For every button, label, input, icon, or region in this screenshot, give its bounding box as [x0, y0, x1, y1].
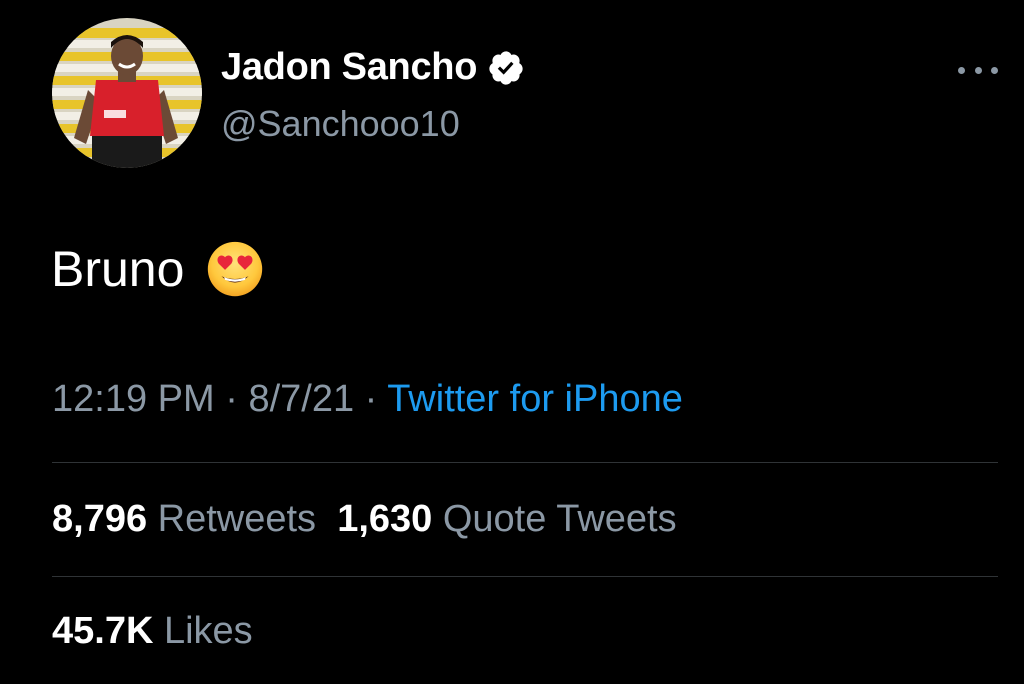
- quote-tweets-link[interactable]: 1,630 Quote Tweets: [337, 498, 676, 540]
- author-name[interactable]: Jadon Sancho: [221, 46, 525, 89]
- divider: [52, 462, 998, 463]
- meta-separator: ·: [214, 378, 249, 420]
- divider: [52, 576, 998, 577]
- author-handle[interactable]: @Sanchooo10: [221, 103, 460, 145]
- retweets-link[interactable]: 8,796 Retweets: [52, 498, 316, 540]
- tweet-detail: Jadon Sancho @Sanchooo10 Bruno 12:19 PM …: [0, 0, 1024, 684]
- quotes-label: Quote Tweets: [442, 498, 677, 540]
- verified-badge-icon: [489, 50, 523, 85]
- likes-count: 45.7K: [52, 610, 154, 652]
- retweets-label: Retweets: [157, 498, 317, 540]
- retweets-count: 8,796: [52, 498, 148, 540]
- quotes-count: 1,630: [337, 498, 433, 540]
- likes-link[interactable]: 45.7K Likes: [52, 610, 253, 653]
- display-name-text: Jadon Sancho: [221, 46, 478, 88]
- likes-label: Likes: [163, 610, 253, 652]
- tweet-source-link[interactable]: Twitter for iPhone: [387, 378, 683, 420]
- more-dot: [974, 66, 982, 74]
- more-options-icon[interactable]: [958, 62, 998, 78]
- tweet-text: Bruno: [51, 240, 264, 298]
- tweet-date[interactable]: 8/7/21: [248, 378, 354, 420]
- more-dot: [958, 66, 965, 74]
- tweet-stats: 8,796 Retweets 1,630 Quote Tweets: [52, 498, 677, 541]
- tweet-time[interactable]: 12:19 PM: [52, 378, 215, 420]
- tweet-body: Bruno: [51, 241, 185, 297]
- meta-separator: ·: [354, 378, 388, 420]
- more-dot: [991, 66, 998, 74]
- avatar[interactable]: [52, 18, 202, 168]
- avatar-image: [52, 18, 202, 168]
- heart-eyes-emoji-icon: [208, 241, 263, 297]
- tweet-meta: 12:19 PM · 8/7/21 · Twitter for iPhone: [52, 378, 683, 421]
